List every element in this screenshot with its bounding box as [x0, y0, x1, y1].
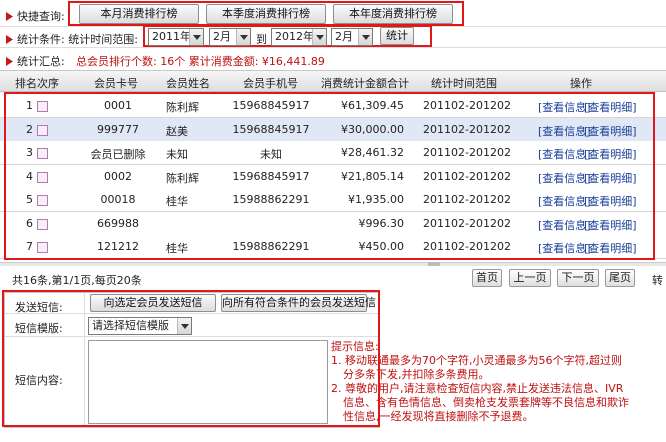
header-card: 会员卡号 [94, 77, 138, 90]
sms-highlight [2, 290, 380, 427]
summary-text: 总会员排行个数: 16个 累计消费金额: ¥16,441.89 [76, 55, 325, 68]
monthly-ranking-button[interactable]: 本月消费排行榜 [79, 4, 199, 24]
quarterly-ranking-button[interactable]: 本季度消费排行榜 [206, 4, 326, 24]
header-amount: 消费统计金额合计 [321, 77, 409, 90]
goto-label: 转 [652, 274, 663, 287]
table-header: 排名次序 会员卡号 会员姓名 会员手机号 消费统计金额合计 统计时间范围 操作 [0, 70, 666, 92]
from-month-select[interactable]: 2月 [209, 28, 251, 46]
chevron-down-icon [189, 29, 203, 45]
to-month-select[interactable]: 2月 [331, 28, 373, 46]
header-rank: 排名次序 [15, 77, 59, 90]
first-page-button[interactable]: 首页 [472, 269, 502, 287]
from-year-select[interactable]: 2011年 [148, 28, 204, 46]
chevron-down-icon [358, 29, 372, 45]
summary-label: 统计汇总: [6, 53, 65, 69]
bullet-icon [6, 57, 13, 66]
stat-button[interactable]: 统计 [380, 27, 414, 45]
quick-query-label: 快捷查询: [6, 8, 65, 24]
bullet-icon [6, 12, 13, 21]
to-label: 到 [256, 33, 267, 46]
table-highlight [4, 92, 655, 260]
bullet-icon [6, 35, 13, 44]
chevron-down-icon [312, 29, 326, 45]
splitter-handle[interactable] [428, 262, 440, 266]
header-range: 统计时间范围 [431, 77, 497, 90]
yearly-ranking-button[interactable]: 本年度消费排行榜 [333, 4, 453, 24]
prev-page-button[interactable]: 上一页 [509, 269, 551, 287]
header-phone: 会员手机号 [243, 77, 298, 90]
pagination-info: 共16条,第1/1页,每页20条 [12, 274, 142, 287]
to-year-select[interactable]: 2012年 [271, 28, 327, 46]
chevron-down-icon [236, 29, 250, 45]
next-page-button[interactable]: 下一页 [557, 269, 599, 287]
header-name: 会员姓名 [166, 77, 210, 90]
filter-label: 统计条件: 统计时间范围: [6, 31, 138, 47]
header-actions: 操作 [570, 77, 592, 90]
last-page-button[interactable]: 尾页 [605, 269, 635, 287]
